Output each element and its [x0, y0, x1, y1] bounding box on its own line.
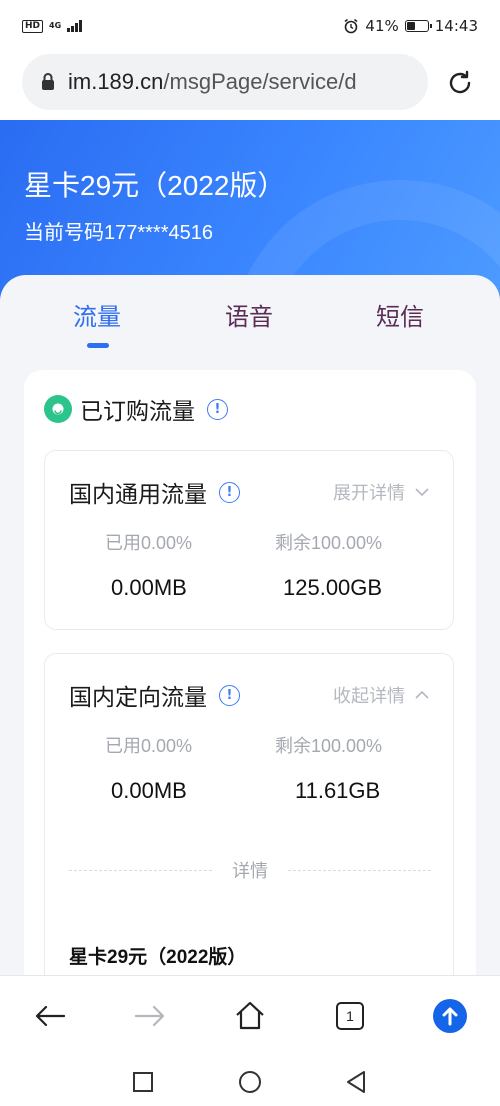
- tab-bar: 流量 语音 短信: [0, 275, 500, 370]
- directed-title: 国内定向流量: [69, 684, 207, 710]
- general-title: 国内通用流量: [69, 481, 207, 507]
- home-button[interactable]: [230, 996, 270, 1036]
- directed-head: 国内定向流量 !: [69, 678, 240, 712]
- recents-button[interactable]: [128, 1067, 158, 1097]
- battery-icon: [404, 20, 432, 32]
- status-left: HD 4G: [22, 19, 82, 33]
- upload-icon: [433, 999, 467, 1033]
- reload-button[interactable]: [442, 65, 478, 101]
- home-icon: [236, 1001, 264, 1030]
- address-area: im.189.cn/msgPage/service/d: [0, 52, 500, 120]
- arrow-right-icon: [134, 1005, 165, 1027]
- arrow-left-icon: [35, 1005, 66, 1027]
- tab-voice[interactable]: 语音: [225, 297, 273, 332]
- circle-icon: [239, 1071, 261, 1093]
- phone-number: 当前号码177****4516: [24, 222, 213, 244]
- used-amount: 0.00MB: [111, 575, 187, 600]
- remaining-percent: 剩余100.00%: [275, 533, 383, 553]
- card-header: 已订购流量 !: [44, 392, 228, 426]
- remaining-percent: 剩余100.00%: [275, 736, 383, 756]
- url-path: /msgPage/service/d: [163, 69, 357, 94]
- chevron-up-icon: [415, 690, 429, 699]
- status-right: 41% 14:43: [343, 17, 478, 35]
- info-icon[interactable]: !: [207, 398, 228, 420]
- remaining-amount: 125.00GB: [283, 575, 383, 600]
- collapse-details-button[interactable]: 收起详情: [333, 682, 429, 708]
- expand-details-button[interactable]: 展开详情: [333, 479, 429, 505]
- reload-icon: [449, 70, 471, 94]
- info-icon[interactable]: !: [219, 684, 240, 706]
- divider-line: [69, 869, 212, 871]
- battery-percent: 41%: [365, 17, 399, 35]
- remaining-amount: 11.61GB: [295, 778, 381, 803]
- system-home-button[interactable]: [235, 1067, 265, 1097]
- url-bar[interactable]: im.189.cn/msgPage/service/d: [22, 54, 428, 110]
- status-bar: HD 4G 41% 14:43: [0, 0, 500, 52]
- collapse-label: 收起详情: [333, 686, 405, 706]
- info-icon[interactable]: !: [219, 481, 240, 503]
- expand-label: 展开详情: [333, 483, 405, 503]
- detail-plan-name: 星卡29元（2022版）: [69, 947, 247, 968]
- hd-badge: HD: [22, 19, 44, 33]
- url-text: im.189.cn/msgPage/service/d: [68, 69, 357, 95]
- clock: 14:43: [434, 17, 478, 35]
- forward-button[interactable]: [130, 996, 170, 1036]
- alarm-icon: [344, 18, 358, 34]
- data-plan-icon: [44, 395, 72, 423]
- general-head: 国内通用流量 !: [69, 475, 240, 509]
- divider-line: [288, 869, 431, 871]
- system-back-button[interactable]: [341, 1067, 371, 1097]
- used-percent: 已用0.00%: [105, 736, 193, 756]
- network-type: 4G: [49, 21, 62, 30]
- tab-count: 1: [336, 1002, 364, 1030]
- used-amount: 0.00MB: [111, 778, 187, 803]
- tab-data[interactable]: 流量: [73, 297, 121, 332]
- directed-data-card: 国内定向流量 ! 收起详情 已用0.00% 剩余100.00% 0.00MB 1…: [44, 653, 454, 993]
- triangle-back-icon: [347, 1071, 365, 1093]
- url-host: im.189.cn: [68, 69, 164, 94]
- upload-button[interactable]: [430, 996, 470, 1036]
- details-label: 详情: [232, 861, 268, 881]
- lock-icon: [42, 73, 54, 90]
- card-title: 已订购流量: [80, 398, 195, 424]
- signal-icon: [67, 20, 82, 32]
- used-percent: 已用0.00%: [105, 533, 193, 553]
- plan-title: 星卡29元（2022版）: [24, 170, 286, 201]
- battery-fill: [406, 22, 415, 30]
- square-icon: [133, 1072, 153, 1092]
- browser-toolbar: 1: [0, 975, 500, 1057]
- tab-indicator: [87, 343, 109, 348]
- general-data-card: 国内通用流量 ! 展开详情 已用0.00% 剩余100.00% 0.00MB 1…: [44, 450, 454, 630]
- system-nav-bar: [0, 1057, 500, 1106]
- tab-sms[interactable]: 短信: [376, 297, 424, 332]
- chevron-down-icon: [415, 488, 429, 497]
- tabs-button[interactable]: 1: [330, 996, 370, 1036]
- subscribed-data-card: 已订购流量 ! 国内通用流量 ! 展开详情 已用0.00% 剩余100.00% …: [24, 370, 476, 1020]
- details-divider: 详情: [69, 859, 431, 881]
- back-button[interactable]: [30, 996, 70, 1036]
